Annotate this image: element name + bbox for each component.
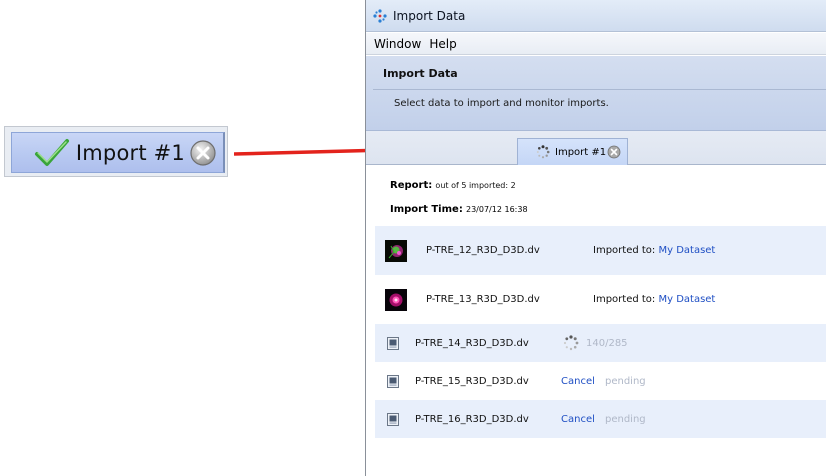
tab-strip: Import #1 (366, 131, 826, 165)
file-icon (387, 412, 399, 426)
image-thumbnail (385, 239, 407, 262)
cancel-link[interactable]: Cancel (561, 376, 595, 387)
list-item[interactable]: P-TRE_12_R3D_D3D.dv Imported to: My Data… (375, 226, 826, 275)
header-divider (373, 89, 826, 90)
tab-label: Import #1 (555, 146, 607, 158)
app-icon (373, 8, 387, 23)
file-icon (387, 374, 399, 388)
close-circle-icon[interactable] (189, 139, 217, 167)
import-status: Imported to: My Dataset (593, 294, 715, 305)
import-status: Imported to: My Dataset (593, 245, 715, 256)
zoomed-tab-callout: Import #1 (4, 126, 228, 177)
file-name: P-TRE_16_R3D_D3D.dv (415, 413, 529, 425)
header-description: Select data to import and monitor import… (394, 98, 609, 109)
image-thumbnail (385, 288, 407, 311)
import-time: Import Time: 23/07/12 16:38 (390, 204, 528, 215)
zoomed-tab: Import #1 (11, 132, 225, 173)
file-name: P-TRE_15_R3D_D3D.dv (415, 375, 529, 387)
list-item[interactable]: P-TRE_13_R3D_D3D.dv Imported to: My Data… (375, 275, 826, 324)
list-item[interactable]: P-TRE_14_R3D_D3D.dv 140/285 (375, 324, 826, 362)
header-title: Import Data (383, 67, 458, 80)
dataset-link[interactable]: My Dataset (658, 294, 715, 305)
file-name: P-TRE_14_R3D_D3D.dv (415, 337, 529, 349)
import-file-list: P-TRE_12_R3D_D3D.dv Imported to: My Data… (375, 226, 826, 438)
green-checkmark-icon (34, 138, 69, 166)
tab-import-1[interactable]: Import #1 (517, 138, 628, 165)
loading-spinner-icon (563, 335, 579, 351)
file-name: P-TRE_12_R3D_D3D.dv (426, 245, 540, 256)
pending-status: pending (605, 413, 646, 425)
import-data-window: Import Data Window Help Import Data Sele… (365, 0, 826, 476)
report-summary: Report: out of 5 imported: 2 (390, 180, 516, 191)
dataset-link[interactable]: My Dataset (658, 245, 715, 256)
window-title: Import Data (393, 8, 466, 23)
import-time-value: 23/07/12 16:38 (466, 205, 528, 214)
title-bar: Import Data (366, 0, 826, 32)
cancel-link[interactable]: Cancel (561, 414, 595, 425)
import-progress: 140/285 (586, 337, 628, 349)
report-label: Report: (390, 180, 433, 191)
menu-bar: Window Help (366, 33, 826, 55)
import-time-label: Import Time: (390, 204, 463, 215)
imported-to-label: Imported to: (593, 294, 656, 305)
file-icon (387, 336, 399, 350)
list-item[interactable]: P-TRE_15_R3D_D3D.dv Cancel pending (375, 362, 826, 400)
zoomed-tab-label: Import #1 (75, 140, 185, 165)
pending-status: pending (605, 375, 646, 387)
dialog-header: Import Data Select data to import and mo… (366, 56, 826, 131)
menu-window[interactable]: Window (374, 37, 421, 51)
report-value: out of 5 imported: 2 (435, 181, 516, 190)
close-circle-icon[interactable] (607, 145, 621, 159)
menu-help[interactable]: Help (429, 37, 456, 51)
list-item[interactable]: P-TRE_16_R3D_D3D.dv Cancel pending (375, 400, 826, 438)
imported-to-label: Imported to: (593, 245, 656, 256)
loading-spinner-icon (536, 145, 550, 159)
file-name: P-TRE_13_R3D_D3D.dv (426, 294, 540, 305)
